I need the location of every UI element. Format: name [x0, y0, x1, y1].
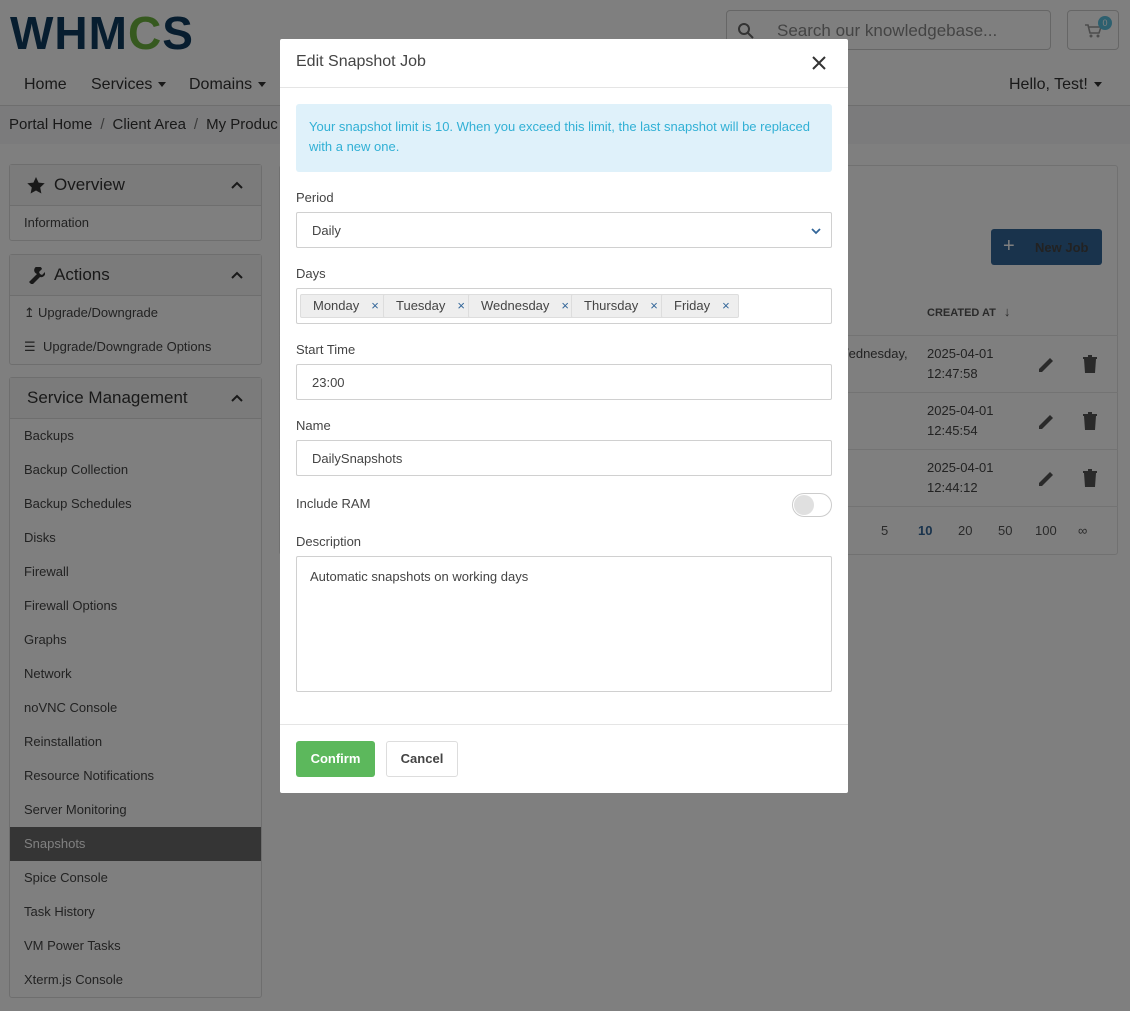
description-textarea[interactable]: Automatic snapshots on working days	[296, 556, 832, 692]
day-tag-label: Thursday	[584, 298, 639, 313]
remove-tag-icon[interactable]: ×	[371, 298, 379, 313]
modal-header: Edit Snapshot Job	[280, 39, 848, 88]
cancel-button[interactable]: Cancel	[386, 741, 458, 777]
start-time-label: Start Time	[296, 342, 356, 357]
day-tag-thursday: Thursday ×	[571, 294, 667, 318]
day-tag-label: Wednesday	[481, 298, 550, 313]
period-select[interactable]: Daily	[296, 212, 832, 248]
include-ram-label: Include RAM	[296, 496, 371, 511]
day-tag-monday: Monday ×	[300, 294, 388, 318]
day-tag-label: Tuesday	[396, 298, 446, 313]
days-multiselect[interactable]: Monday × Tuesday × Wednesday × Thursday × Fr…	[296, 288, 832, 324]
name-input[interactable]: DailySnapshots	[296, 440, 832, 476]
start-time-input[interactable]: 23:00	[296, 364, 832, 400]
name-value: DailySnapshots	[312, 451, 403, 466]
modal-title: Edit Snapshot Job	[296, 53, 426, 70]
include-ram-toggle[interactable]	[792, 493, 832, 517]
remove-tag-icon[interactable]: ×	[457, 298, 465, 313]
toggle-knob	[794, 495, 814, 515]
day-tag-tuesday: Tuesday ×	[383, 294, 474, 318]
remove-tag-icon[interactable]: ×	[561, 298, 569, 313]
remove-tag-icon[interactable]: ×	[650, 298, 658, 313]
edit-snapshot-job-modal: Edit Snapshot Job Your snapshot limit is…	[280, 39, 848, 793]
day-tag-label: Friday	[674, 298, 711, 313]
description-label: Description	[296, 534, 362, 549]
modal-footer-divider	[280, 724, 848, 725]
period-label: Period	[296, 190, 334, 205]
day-tag-friday: Friday ×	[661, 294, 739, 318]
day-tag-wednesday: Wednesday ×	[468, 294, 579, 318]
days-label: Days	[296, 266, 326, 281]
close-icon[interactable]	[811, 55, 827, 71]
period-selected-value: Daily	[312, 223, 341, 238]
chevron-down-icon	[811, 228, 821, 235]
remove-tag-icon[interactable]: ×	[722, 298, 730, 313]
snapshot-limit-alert: Your snapshot limit is 10. When you exce…	[296, 104, 832, 172]
name-label: Name	[296, 418, 331, 433]
confirm-button[interactable]: Confirm	[296, 741, 375, 777]
start-time-value: 23:00	[312, 375, 345, 390]
day-tag-label: Monday	[313, 298, 360, 313]
